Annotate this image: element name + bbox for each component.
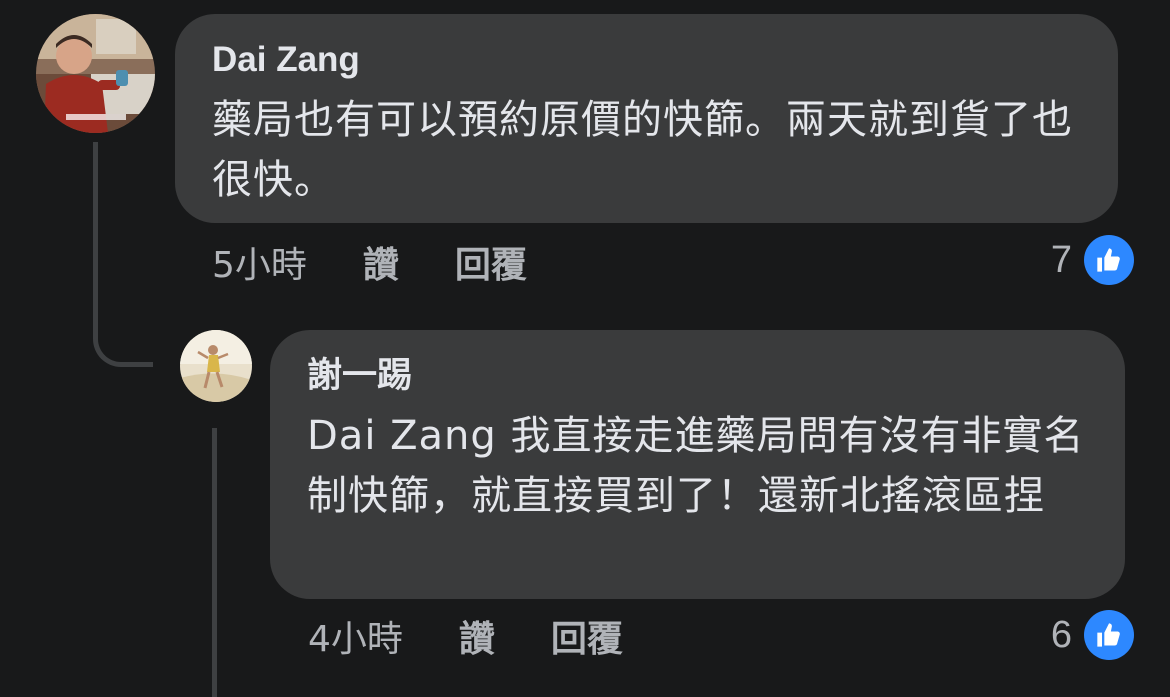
avatar-photo-icon — [180, 330, 252, 402]
avatar[interactable] — [180, 330, 252, 402]
comment-actions: 4小時 讚 回覆 — [308, 611, 679, 661]
comment-text: Dai Zang 我直接走進藥局問有沒有非實名制快篩，就直接買到了！還新北搖滾區… — [307, 413, 1085, 519]
reply-thread-line — [212, 428, 217, 697]
comment-actions: 5小時 讚 回覆 — [212, 237, 583, 287]
like-button[interactable]: 讚 — [363, 236, 399, 288]
reaction-count: 7 — [1050, 238, 1072, 281]
comment-author[interactable]: 謝一踢 — [307, 354, 1125, 398]
comment-timestamp[interactable]: 5小時 — [212, 236, 307, 288]
avatar[interactable] — [36, 14, 155, 133]
reaction-count: 6 — [1050, 613, 1072, 656]
comment-bubble: Dai Zang 藥局也有可以預約原價的快篩。兩天就到貨了也很快。 — [175, 14, 1118, 223]
reaction-summary[interactable]: 6 — [1051, 610, 1134, 660]
reaction-summary[interactable]: 7 — [1051, 235, 1134, 285]
reply-button[interactable]: 回覆 — [551, 610, 623, 662]
like-button[interactable]: 讚 — [459, 610, 495, 662]
thread-connector-line — [93, 142, 153, 367]
comment-text: 藥局也有可以預約原價的快篩。兩天就到貨了也很快。 — [212, 97, 1073, 203]
comment-author[interactable]: Dai Zang — [212, 38, 1118, 82]
comment-thread: Dai Zang 藥局也有可以預約原價的快篩。兩天就到貨了也很快。 5小時 讚 … — [0, 0, 1170, 697]
comment-timestamp[interactable]: 4小時 — [308, 610, 403, 662]
thumbs-up-icon — [1084, 610, 1134, 660]
avatar-photo-icon — [36, 14, 155, 133]
reply-bubble: 謝一踢 Dai Zang 我直接走進藥局問有沒有非實名制快篩，就直接買到了！還新… — [270, 330, 1125, 599]
reply-button[interactable]: 回覆 — [455, 236, 527, 288]
thumbs-up-icon — [1084, 235, 1134, 285]
